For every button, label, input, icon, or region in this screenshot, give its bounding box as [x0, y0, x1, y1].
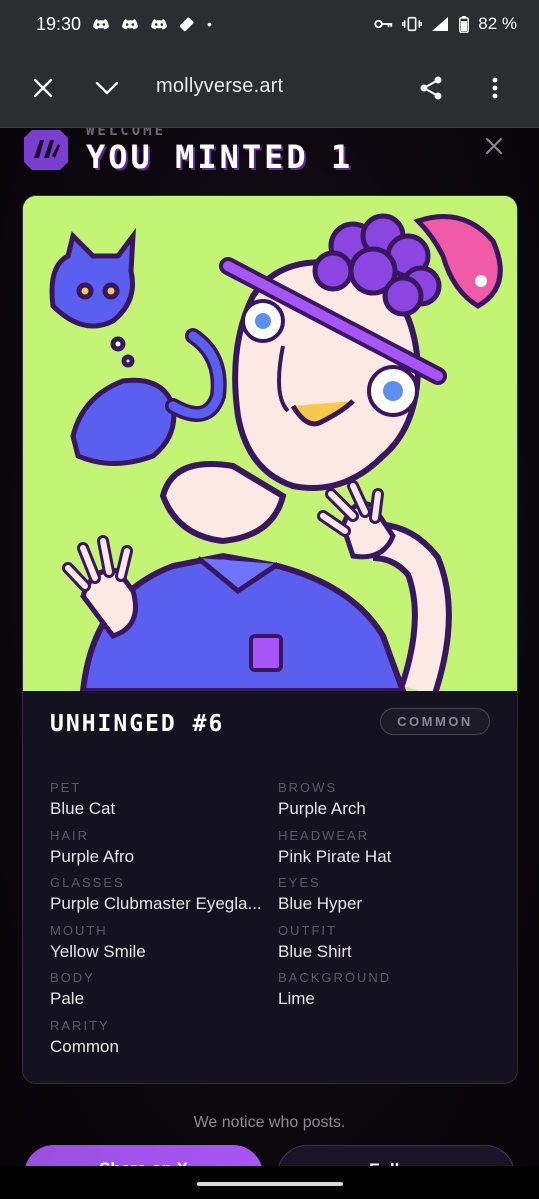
discord-icon	[149, 16, 169, 32]
discord-icon	[91, 16, 111, 32]
trait-value: Blue Shirt	[278, 942, 352, 961]
expand-button[interactable]	[85, 66, 129, 110]
battery-icon	[458, 15, 470, 33]
nft-details: UNHINGED #6 COMMON PET Blue Cat BROWS Pu…	[23, 691, 517, 1083]
trait-label: BROWS	[278, 780, 338, 795]
trait-mouth: MOUTH Yellow Smile	[50, 923, 146, 962]
trait-outfit: OUTFIT Blue Shirt	[278, 923, 352, 962]
trait-label: EYES	[278, 875, 321, 890]
close-icon	[486, 138, 502, 154]
trait-value: Purple Arch	[278, 799, 366, 818]
trait-brows: BROWS Purple Arch	[278, 780, 366, 819]
notification-icons: •	[91, 16, 212, 32]
unhinged-character-illustration	[23, 196, 517, 691]
trait-label: MOUTH	[50, 923, 108, 938]
trait-hair: HAIR Purple Afro	[50, 828, 134, 867]
vibrate-icon	[402, 16, 423, 32]
trait-value: Blue Cat	[50, 799, 116, 818]
mollyverse-logo-icon	[22, 128, 70, 170]
home-gesture-handle[interactable]	[197, 1182, 343, 1186]
trait-label: OUTFIT	[278, 923, 337, 938]
eraser-icon	[178, 16, 198, 32]
trait-pet: PET Blue Cat	[50, 780, 115, 819]
key-icon	[374, 16, 394, 32]
clock: 19:30	[36, 13, 82, 34]
page-title: YOU MINTED 1	[86, 138, 354, 176]
trait-label: BACKGROUND	[278, 970, 392, 985]
trait-value: Lime	[278, 989, 315, 1008]
trait-body: BODY Pale	[50, 970, 95, 1009]
share-page-button[interactable]	[409, 66, 453, 110]
url-display[interactable]: mollyverse.art	[156, 75, 283, 98]
trait-label: RARITY	[50, 1018, 110, 1033]
footer-note: We notice who posts.	[193, 1114, 346, 1131]
trait-headwear: HEADWEAR Pink Pirate Hat	[278, 828, 391, 867]
signal-icon	[430, 16, 450, 32]
more-notifications-dot: •	[207, 16, 212, 32]
nft-card: UNHINGED #6 COMMON PET Blue Cat BROWS Pu…	[22, 195, 518, 1084]
trait-value: Purple Afro	[50, 847, 135, 866]
trait-value: Yellow Smile	[50, 942, 146, 961]
trait-label: PET	[50, 780, 82, 795]
share-icon	[420, 76, 442, 100]
trait-glasses: GLASSES Purple Clubmaster Eyegla...	[50, 875, 262, 914]
trait-label: GLASSES	[50, 875, 125, 890]
trait-background: BACKGROUND Lime	[278, 970, 391, 1009]
nft-artwork	[23, 196, 517, 691]
more-vert-icon	[492, 77, 498, 99]
chevron-down-icon	[95, 81, 119, 95]
trait-value: Purple Clubmaster Eyegla...	[50, 894, 262, 913]
battery-percent: 82 %	[478, 14, 517, 33]
discord-icon	[120, 16, 140, 32]
mint-modal: WELCOME YOU MINTED 1 UNHINGED #6 COMMON …	[0, 128, 539, 1199]
trait-rarity: RARITY Common	[50, 1018, 119, 1057]
trait-value: Blue Hyper	[278, 894, 363, 913]
trait-label: BODY	[50, 970, 95, 985]
nft-name: UNHINGED #6	[50, 711, 225, 737]
trait-label: HAIR	[50, 828, 90, 843]
status-bar: 19:30 • 82 %	[0, 0, 539, 48]
trait-value: Common	[50, 1037, 119, 1056]
system-status: 82 %	[374, 14, 517, 34]
trait-label: HEADWEAR	[278, 828, 370, 843]
close-tab-button[interactable]	[21, 66, 65, 110]
trait-eyes: EYES Blue Hyper	[278, 875, 362, 914]
rarity-badge: COMMON	[380, 708, 490, 735]
overflow-menu-button[interactable]	[473, 66, 517, 110]
close-icon	[33, 78, 53, 98]
trait-value: Pale	[50, 989, 85, 1008]
browser-toolbar: mollyverse.art	[0, 48, 539, 128]
close-modal-button[interactable]	[484, 136, 508, 160]
trait-value: Pink Pirate Hat	[278, 847, 392, 866]
